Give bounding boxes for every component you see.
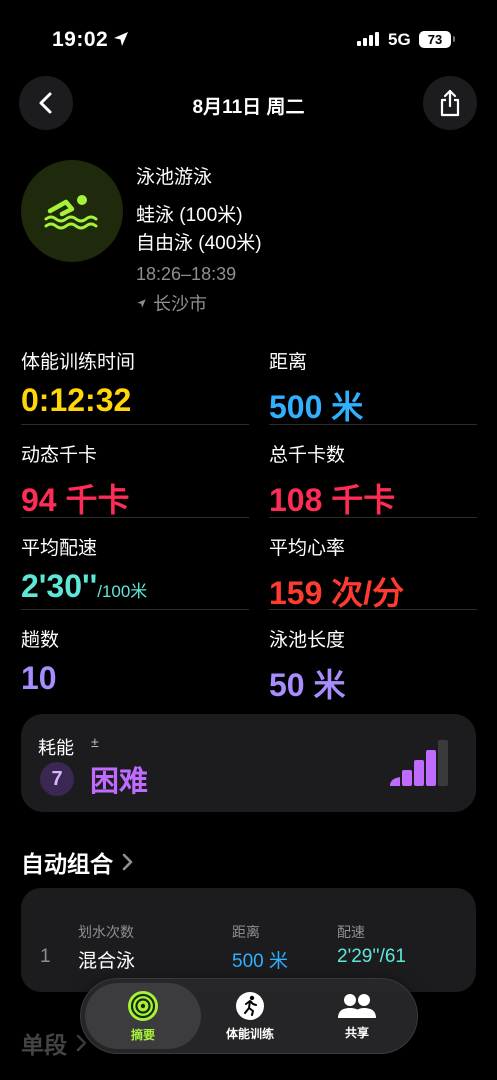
metric-value: 10 [21,660,59,697]
metric-label: 距离 [269,352,308,373]
location-arrow-icon [114,32,128,46]
column-header-stroke: 划水次数 [78,924,134,940]
metric-average-pace: 平均配速 2'30''/100米 [21,533,147,605]
divider [269,517,477,518]
battery-icon: 73 [419,31,455,48]
network-type: 5G [388,30,411,49]
auto-sets-title: 自动组合 [21,851,113,877]
effort-card[interactable]: 耗能 ± 7 困难 [21,714,476,812]
sharing-people-icon [338,993,376,1018]
summary-rings-icon [128,990,158,1021]
divider [21,424,249,425]
share-button[interactable] [423,76,477,130]
metric-label: 总千卡数 [269,445,346,466]
divider [269,424,477,425]
status-bar: 19:02 5G 73 [0,0,497,80]
metric-number: 94 [21,482,57,518]
divider [21,517,249,518]
column-header-pace: 配速 [337,924,365,940]
metric-value: 94 千卡 [21,475,130,521]
metric-value: 500 米 [269,382,363,428]
effort-bars-icon [390,740,448,786]
metric-distance: 距离 500 米 [269,347,363,428]
divider [269,609,477,610]
share-icon [440,89,460,117]
location-arrow-icon [137,298,146,308]
metric-value: 159 次/分 [269,568,404,614]
tab-label: 体能训练 [225,1026,274,1041]
status-time: 19:02 [52,28,109,51]
tab-label: 摘要 [130,1027,155,1042]
metric-label: 泳池长度 [269,630,346,651]
metric-average-heart-rate: 平均心率 159 次/分 [269,533,404,614]
workout-name: 泳池游泳 [136,167,213,188]
effort-rating-text: 困难 [90,766,149,798]
column-header-distance: 距离 [232,924,260,940]
metric-label: 动态千卡 [21,445,98,466]
metric-unit: /100米 [97,582,148,601]
metric-value: 108 千卡 [269,475,395,521]
metric-number: 108 [269,482,323,518]
metric-unit: 米 [331,389,364,425]
metric-label: 趟数 [21,630,60,651]
metric-unit: 次/分 [331,575,405,611]
metric-number: 10 [21,660,57,696]
workout-runner-icon [236,991,264,1020]
workout-stroke-freestyle: 自由泳 (400米) [136,233,262,254]
workout-location-text: 长沙市 [153,294,207,314]
metric-workout-time: 体能训练时间 0:12:32 [21,347,135,419]
metric-number: 0:12:32 [21,382,132,418]
metric-label: 平均心率 [269,538,346,559]
metric-laps: 趟数 10 [21,625,59,697]
splits-header[interactable]: 单段 [21,1026,87,1060]
effort-label: 耗能 [38,738,74,758]
battery-level: 73 [427,32,443,47]
metric-value: 50 米 [269,660,346,706]
tab-sharing[interactable]: 共享 [305,983,409,1049]
metric-number: 2'30'' [21,568,98,604]
splits-title: 单段 [21,1032,67,1058]
set-stroke: 混合泳 [78,951,136,972]
chevron-right-icon [122,853,133,871]
metric-pool-length: 泳池长度 50 米 [269,625,346,706]
cellular-signal-icon [357,32,379,46]
metric-value: 0:12:32 [21,382,135,419]
effort-modifier: ± [91,734,99,750]
metric-label: 体能训练时间 [21,352,136,373]
metric-value: 2'30''/100米 [21,568,147,605]
divider [21,609,249,610]
auto-sets-header[interactable]: 自动组合 [21,845,133,879]
metric-label: 平均配速 [21,538,98,559]
effort-level-badge: 7 [40,762,74,796]
metric-number: 500 [269,389,323,425]
tab-summary[interactable]: 摘要 [85,983,201,1049]
workout-location: 长沙市 [136,290,207,316]
tab-workouts[interactable]: 体能训练 [198,983,302,1049]
set-pace: 2'29''/61 [337,946,406,967]
pool-swim-icon [21,160,123,262]
metric-number: 50 [269,667,305,703]
workout-time-range: 18:26–18:39 [136,264,237,284]
metric-unit: 千卡 [65,482,130,518]
metric-unit: 米 [313,667,346,703]
set-index: 1 [40,946,51,967]
metric-number: 159 [269,575,323,611]
tab-bar: 摘要 体能训练 共享 [80,978,418,1054]
tab-label: 共享 [344,1025,369,1040]
metric-active-calories: 动态千卡 94 千卡 [21,440,130,521]
auto-sets-card: 划水次数 距离 配速 1 混合泳 500 米 2'29''/61 [21,888,476,992]
workout-stroke-breaststroke: 蛙泳 (100米) [136,205,243,226]
metric-total-calories: 总千卡数 108 千卡 [269,440,395,521]
set-distance: 500 米 [232,951,288,972]
metric-unit: 千卡 [331,482,396,518]
